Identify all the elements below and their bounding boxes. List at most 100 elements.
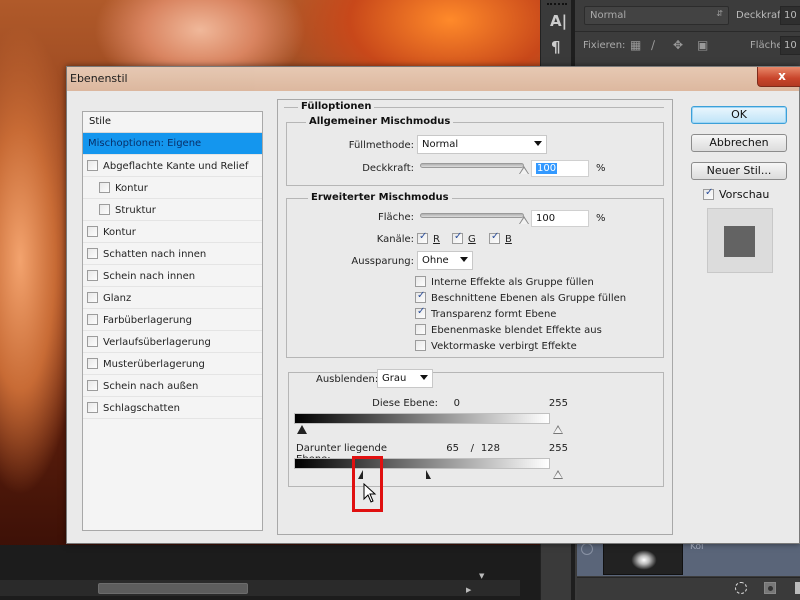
- underlying-low-value: 65: [446, 443, 459, 454]
- dialog-titlebar[interactable]: Ebenenstil: [67, 67, 799, 91]
- horizontal-scrollbar[interactable]: [0, 580, 520, 596]
- checkbox[interactable]: [415, 290, 426, 303]
- knockout-select[interactable]: Ohne: [417, 251, 473, 270]
- lock-icon[interactable]: ▣: [697, 38, 708, 52]
- style-item-color-overlay[interactable]: Farbüberlagerung: [83, 309, 262, 331]
- add-mask-icon[interactable]: [764, 582, 776, 594]
- checkbox[interactable]: [87, 358, 98, 369]
- checkbox[interactable]: [415, 306, 426, 319]
- opacity-field[interactable]: 100: [531, 160, 589, 177]
- channels-label: Kanäle:: [376, 234, 414, 245]
- channel-r-checkbox[interactable]: R: [417, 231, 440, 245]
- option-internal-effects[interactable]: Interne Effekte als Gruppe füllen: [415, 276, 594, 288]
- preview-checkbox[interactable]: Vorschau: [703, 187, 769, 201]
- checkbox[interactable]: [415, 276, 426, 287]
- move-icon[interactable]: ✥: [673, 38, 683, 52]
- knockout-label: Aussparung:: [351, 256, 414, 267]
- checkbox[interactable]: [417, 231, 428, 244]
- style-item-label: Struktur: [115, 205, 156, 216]
- checkbox[interactable]: [703, 187, 714, 200]
- style-item-label: Mischoptionen: Eigene: [88, 138, 202, 149]
- styles-header[interactable]: Stile: [83, 112, 262, 133]
- checkbox[interactable]: [99, 182, 110, 193]
- transparency-lock-icon[interactable]: ▦: [630, 38, 641, 52]
- opacity-slider-thumb[interactable]: [519, 166, 529, 174]
- style-item-label: Schein nach außen: [103, 381, 199, 392]
- style-item-bevel-emboss[interactable]: Abgeflachte Kante und Relief: [83, 155, 262, 177]
- style-item-inner-glow[interactable]: Schein nach innen: [83, 265, 262, 287]
- dialog-title: Ebenenstil: [70, 72, 128, 85]
- updown-icon: ⇵: [716, 9, 723, 18]
- channel-b-checkbox[interactable]: B: [489, 231, 512, 245]
- paragraph-panel-icon[interactable]: ¶: [551, 38, 561, 56]
- style-item-contour-sub[interactable]: Kontur: [83, 177, 262, 199]
- checkbox[interactable]: [87, 292, 98, 303]
- style-item-satin[interactable]: Glanz: [83, 287, 262, 309]
- option-clipped-layers[interactable]: Beschnittene Ebenen als Gruppe füllen: [415, 290, 626, 304]
- checkbox[interactable]: [99, 204, 110, 215]
- option-transparency-shapes[interactable]: Transparenz formt Ebene: [415, 306, 556, 320]
- style-item-pattern-overlay[interactable]: Musterüberlagerung: [83, 353, 262, 375]
- style-item-gradient-overlay[interactable]: Verlaufsüberlagerung: [83, 331, 262, 353]
- scroll-down-arrow-icon[interactable]: ▼: [479, 572, 484, 580]
- character-panel-icon[interactable]: A|: [550, 12, 567, 30]
- lock-label: Fixieren:: [583, 40, 626, 51]
- this-layer-black-slider[interactable]: [297, 425, 307, 434]
- checkbox[interactable]: [87, 160, 98, 171]
- fill-opacity-field[interactable]: 100: [531, 210, 589, 227]
- new-style-button[interactable]: Neuer Stil...: [691, 162, 787, 180]
- brush-icon[interactable]: ∕: [651, 38, 655, 52]
- underlying-layer-gradient[interactable]: [294, 458, 550, 469]
- close-button[interactable]: x: [757, 67, 800, 87]
- layer-thumbnail[interactable]: [603, 543, 683, 575]
- blend-if-label: Ausblenden:: [314, 374, 381, 385]
- scroll-right-arrow-icon[interactable]: ▶: [466, 586, 471, 594]
- percent-sign: %: [596, 213, 606, 224]
- fill-method-select[interactable]: Normal: [417, 135, 547, 154]
- checkbox[interactable]: [87, 248, 98, 259]
- style-item-outer-glow[interactable]: Schein nach außen: [83, 375, 262, 397]
- checkbox[interactable]: [87, 270, 98, 281]
- underlying-black-slider-right-half[interactable]: [426, 470, 431, 479]
- style-item-label: Schlagschatten: [103, 403, 180, 414]
- general-blending-group: [286, 122, 664, 186]
- checkbox[interactable]: [415, 324, 426, 335]
- underlying-low2-value: 128: [480, 443, 500, 454]
- style-item-label: Schatten nach innen: [103, 249, 207, 260]
- visibility-eye-icon[interactable]: [581, 543, 593, 555]
- checkbox[interactable]: [87, 226, 98, 237]
- underlying-white-slider[interactable]: [553, 470, 563, 479]
- layer-fill-field[interactable]: 10: [780, 36, 800, 55]
- checkbox[interactable]: [87, 314, 98, 325]
- option-layer-mask-hides[interactable]: Ebenenmaske blendet Effekte aus: [415, 324, 602, 336]
- style-item-blending-options[interactable]: Mischoptionen: Eigene: [83, 133, 262, 155]
- checkbox[interactable]: [452, 231, 463, 244]
- style-item-label: Verlaufsüberlagerung: [103, 337, 211, 348]
- panel-grip[interactable]: [547, 3, 567, 6]
- checkbox[interactable]: [87, 336, 98, 347]
- checkbox[interactable]: [489, 231, 500, 244]
- ok-button[interactable]: OK: [691, 106, 787, 124]
- style-item-drop-shadow[interactable]: Schlagschatten: [83, 397, 262, 419]
- this-layer-gradient[interactable]: [294, 413, 550, 424]
- cancel-button[interactable]: Abbrechen: [691, 134, 787, 152]
- option-vector-mask-hides[interactable]: Vektormaske verbirgt Effekte: [415, 340, 577, 352]
- checkbox[interactable]: [87, 402, 98, 413]
- fill-opacity-slider-thumb[interactable]: [519, 216, 529, 224]
- style-item-inner-shadow[interactable]: Schatten nach innen: [83, 243, 262, 265]
- channel-g-checkbox[interactable]: G: [452, 231, 476, 245]
- this-layer-white-slider[interactable]: [553, 425, 563, 434]
- style-item-texture[interactable]: Struktur: [83, 199, 262, 221]
- fill-opacity-slider-track[interactable]: [420, 213, 524, 218]
- adjustment-icon[interactable]: [795, 582, 800, 594]
- selection-icon[interactable]: [735, 582, 747, 594]
- checkbox[interactable]: [415, 340, 426, 351]
- layer-blend-mode-select[interactable]: Normal ⇵: [584, 6, 729, 25]
- channel-g-label: G: [468, 234, 476, 245]
- opacity-slider-track[interactable]: [420, 163, 524, 168]
- horizontal-scrollbar-thumb[interactable]: [98, 583, 248, 594]
- checkbox[interactable]: [87, 380, 98, 391]
- blend-if-select[interactable]: Grau: [377, 369, 433, 388]
- style-item-stroke[interactable]: Kontur: [83, 221, 262, 243]
- layer-opacity-field[interactable]: 10: [780, 6, 800, 25]
